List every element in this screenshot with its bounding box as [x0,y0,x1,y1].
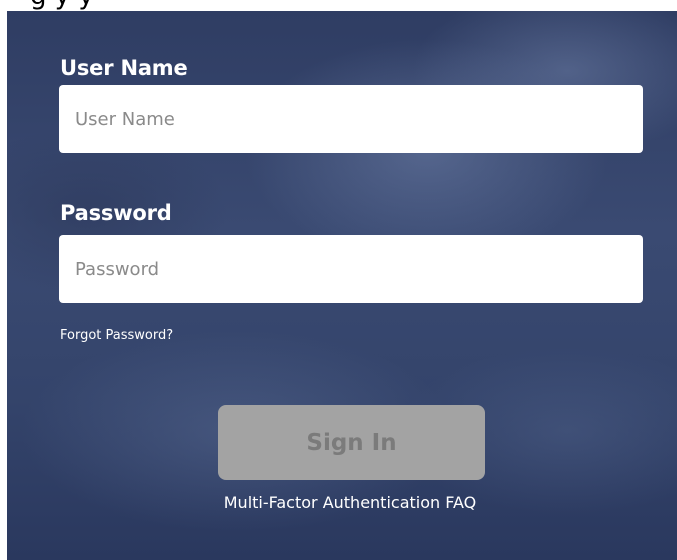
password-label: Password [60,201,172,225]
cropped-heading-text: g y y [30,0,94,11]
username-input[interactable] [59,85,643,153]
password-input[interactable] [59,235,643,303]
sign-in-button[interactable]: Sign In [218,405,485,480]
forgot-password-link[interactable]: Forgot Password? [60,328,173,343]
top-cropped-heading-strip: g y y [0,0,677,11]
login-panel: User Name Password Forgot Password? Sign… [7,11,677,560]
mfa-faq-link[interactable]: Multi-Factor Authentication FAQ [7,493,677,512]
username-label: User Name [60,56,188,80]
